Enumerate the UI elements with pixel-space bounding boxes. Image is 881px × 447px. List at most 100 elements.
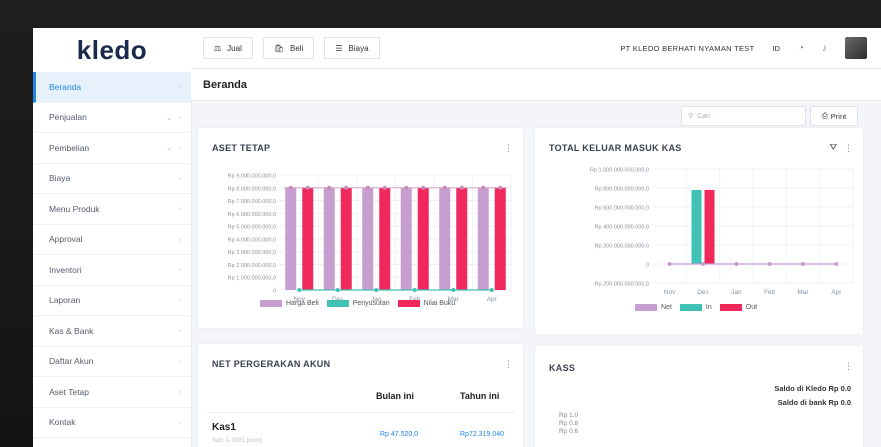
sidebar-item-kas-bank[interactable]: Kas & Bank ▫ — [33, 316, 191, 347]
point[interactable] — [489, 288, 494, 292]
sidebar-item-label: Penjualan — [49, 112, 87, 123]
point[interactable] — [834, 262, 839, 266]
beli-button[interactable]: 🛍 Beli — [262, 37, 315, 59]
point[interactable] — [335, 288, 340, 292]
point[interactable] — [404, 185, 409, 190]
print-button[interactable]: ⎙ Print — [810, 106, 858, 126]
sidebar-menu: Beranda ▫ Penjualan ⌄ ▫ Pembelian ⌄ ▫ Biaya ▫ Menu… — [33, 72, 191, 438]
sidebar-item-icons: ▫ — [178, 265, 181, 274]
x-tick-label: Mar — [797, 289, 809, 296]
legend-swatch — [326, 300, 349, 307]
sidebar-item-menu-produk[interactable]: Menu Produk ▫ — [33, 194, 191, 225]
y-tick-label: 0 — [646, 263, 649, 269]
month-value[interactable]: Rp 47.520,0 — [380, 431, 418, 438]
bar-nilai-buku[interactable] — [302, 187, 314, 290]
sidebar-item-kontak[interactable]: Kontak ▫ — [33, 408, 191, 438]
y-tick-label: Rp 400.000.000.000,0 — [595, 225, 649, 231]
more-icon[interactable]: ⋮ — [504, 143, 513, 154]
sidebar-item-pembelian[interactable]: Pembelian ⌄ ▫ — [33, 133, 191, 164]
point[interactable] — [767, 262, 772, 266]
report-icon: ▫ — [178, 295, 181, 305]
point[interactable] — [288, 185, 293, 190]
point[interactable] — [701, 262, 705, 266]
bar-in[interactable] — [691, 189, 702, 264]
language-selector[interactable]: ID — [772, 44, 780, 53]
bar-nilai-buku[interactable] — [379, 187, 391, 290]
legend-label: Harga Beli — [286, 300, 319, 307]
bell-icon[interactable]: ♪ — [822, 43, 827, 54]
point[interactable] — [297, 288, 302, 292]
chart-legend: Net In Out — [635, 304, 757, 311]
point[interactable] — [459, 185, 464, 190]
bar-harga-beli[interactable] — [400, 187, 412, 290]
bar-nilai-buku[interactable] — [340, 187, 352, 290]
bar-harga-beli[interactable] — [285, 187, 297, 290]
page-title: Beranda — [191, 69, 881, 101]
sidebar-item-icons: ⌄ ▫ — [166, 113, 181, 122]
filter-icon[interactable]: ⛛ — [829, 142, 837, 153]
sidebar-item-label: Biaya — [49, 173, 71, 184]
sidebar-item-beranda[interactable]: Beranda ▫ — [33, 72, 191, 103]
bar-harga-beli[interactable] — [323, 187, 335, 290]
avatar[interactable] — [845, 37, 867, 59]
sidebar-item-aset-tetap[interactable]: Aset Tetap ▫ — [33, 377, 191, 408]
sidebar-item-penjualan[interactable]: Penjualan ⌄ ▫ — [33, 103, 191, 133]
point[interactable] — [801, 262, 805, 266]
point[interactable] — [365, 185, 370, 190]
legend-label: Penyusutan — [352, 300, 390, 307]
sidebar-item-laporan[interactable]: Laporan ▫ — [33, 286, 191, 316]
legend-swatch — [679, 304, 702, 311]
sidebar-item-label: Approval — [49, 234, 83, 245]
sidebar-item-approval[interactable]: Approval ▫ — [33, 225, 191, 255]
biaya-button[interactable]: ☰ Biaya — [324, 37, 380, 59]
sidebar-item-icons: ▫ — [178, 204, 181, 213]
point[interactable] — [327, 185, 332, 190]
bar-harga-beli[interactable] — [439, 187, 451, 290]
sidebar-item-icons: ▫ — [178, 418, 181, 427]
sidebar-item-label: Kas & Bank — [49, 325, 94, 336]
app-logo[interactable]: kledo — [33, 28, 191, 72]
point[interactable] — [412, 288, 417, 292]
scale-icon: ⚖ — [214, 43, 222, 53]
account-name[interactable]: Kas1 — [212, 422, 236, 433]
chevron-down-icon: ⌄ — [166, 112, 173, 122]
more-icon[interactable]: ⋮ — [844, 361, 853, 372]
search-input[interactable]: ⚲ Cari — [681, 106, 806, 126]
jual-button[interactable]: ⚖ Jual — [203, 37, 253, 59]
kas-card: TOTAL KELUAR MASUK KAS ⛛ ⋮ Rp 1.000.000.… — [535, 128, 863, 334]
point[interactable] — [667, 262, 672, 266]
sidebar-item-inventori[interactable]: Inventori ▫ — [33, 255, 191, 286]
point[interactable] — [344, 185, 349, 190]
more-icon[interactable]: ⋮ — [844, 143, 853, 154]
y-tick-label: Rp 7.000.000.000,0 — [228, 199, 276, 205]
bar-out[interactable] — [704, 189, 715, 264]
net-pergerakan-card: NET PERGERAKAN AKUN ⋮ Bulan ini Tahun in… — [198, 344, 523, 447]
point[interactable] — [421, 185, 426, 190]
point[interactable] — [734, 262, 739, 266]
kass-card: KASS ⋮ Saldo di Kledo Rp 0.0 Saldo di ba… — [535, 346, 863, 447]
sidebar-item-icons: ▫ — [178, 235, 181, 244]
bar-nilai-buku[interactable] — [456, 187, 468, 290]
y-tick-label: Rp 800.000.000.000,0 — [595, 187, 649, 193]
company-selector[interactable]: PT KLEDO BERHATI NYAMAN TEST — [620, 44, 754, 53]
year-value[interactable]: Rp72.319.040 — [460, 431, 504, 438]
x-tick-label: Apr — [487, 296, 498, 303]
point[interactable] — [498, 185, 503, 190]
point[interactable] — [451, 288, 456, 292]
saldo-bank: Saldo di bank Rp 0.0 — [777, 398, 851, 407]
point[interactable] — [481, 185, 486, 190]
bar-nilai-buku[interactable] — [417, 187, 429, 290]
point[interactable] — [442, 185, 447, 190]
clock-icon[interactable]: ◔ — [798, 43, 804, 54]
point[interactable] — [374, 288, 379, 292]
home-icon: ▫ — [178, 82, 181, 92]
bar-harga-beli[interactable] — [362, 187, 374, 290]
more-icon[interactable]: ⋮ — [504, 359, 513, 370]
point[interactable] — [382, 185, 387, 190]
bar-nilai-buku[interactable] — [494, 187, 506, 290]
point[interactable] — [305, 185, 310, 190]
bar-harga-beli[interactable] — [477, 187, 489, 290]
sidebar-item-daftar-akun[interactable]: Daftar Akun ▫ — [33, 347, 191, 377]
y-tick-label: Rp 5.000.000.000,0 — [228, 225, 276, 231]
sidebar-item-biaya[interactable]: Biaya ▫ — [33, 164, 191, 194]
